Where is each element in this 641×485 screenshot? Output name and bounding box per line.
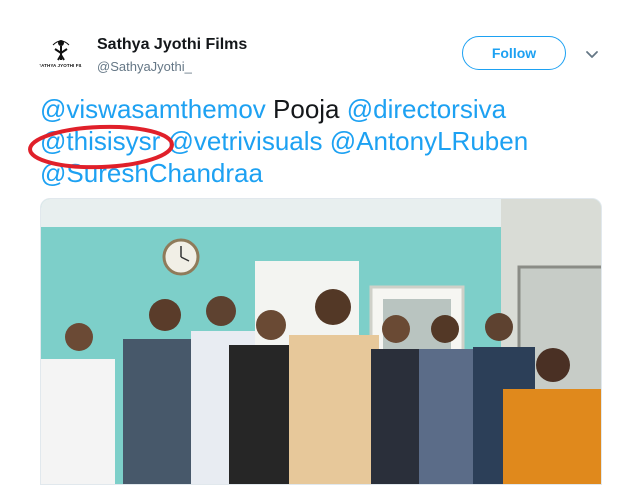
clock-icon [162, 238, 200, 276]
mention-link[interactable]: @vetrivisuals [168, 126, 323, 156]
mention-link[interactable]: @thisisysr [40, 126, 160, 156]
mention-link[interactable]: @SureshChandraa [40, 158, 263, 188]
group-photo-image [41, 199, 601, 484]
logo-text: SATHYA JYOTHI FILMS [38, 63, 84, 68]
mention-link[interactable]: @AntonyLRuben [330, 126, 528, 156]
account-handle[interactable]: @SathyaJyothi_ [97, 59, 192, 74]
avatar[interactable]: SATHYA JYOTHI FILMS [38, 33, 84, 79]
tweet-text: @viswasamthemov Pooja @directorsiva @this… [40, 93, 630, 189]
mention-link[interactable]: @directorsiva [347, 94, 506, 124]
follow-button[interactable]: Follow [462, 36, 566, 70]
tweet-card: SATHYA JYOTHI FILMS Sathya Jyothi Films … [0, 0, 641, 485]
tweet-word: Pooja [265, 94, 347, 124]
tweet-photo[interactable] [40, 198, 602, 485]
account-name[interactable]: Sathya Jyothi Films [97, 36, 247, 54]
chevron-down-icon[interactable] [584, 46, 600, 62]
film-logo-icon [38, 33, 84, 79]
mention-link[interactable]: @viswasamthemov [40, 94, 266, 124]
